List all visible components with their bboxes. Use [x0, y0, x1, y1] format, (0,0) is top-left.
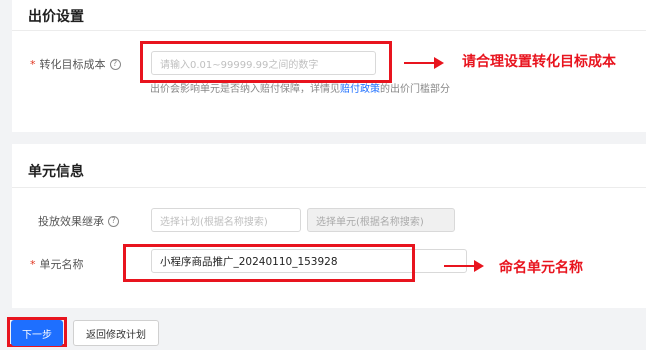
target-cost-label: * 转化目标成本 ?: [30, 56, 121, 72]
unit-name-label: * 单元名称: [30, 257, 84, 272]
unit-select[interactable]: 选择单元(根据名称搜索): [307, 208, 455, 232]
next-step-button[interactable]: 下一步: [11, 320, 63, 346]
name-annotation: 命名单元名称: [499, 260, 583, 276]
back-to-plan-button[interactable]: 返回修改计划: [73, 320, 159, 346]
unit-info-card: 单元信息 投放效果继承 ? 选择计划(根据名称搜索) 选择单元(根据名称搜索) …: [12, 144, 646, 308]
section-divider: [12, 187, 646, 188]
plan-select[interactable]: 选择计划(根据名称搜索): [151, 208, 301, 232]
cost-arrow-icon: [404, 57, 444, 69]
inherit-label: 投放效果继承 ?: [38, 213, 119, 229]
help-icon[interactable]: ?: [108, 215, 119, 227]
section-divider: [12, 30, 646, 31]
required-asterisk: *: [30, 257, 36, 271]
unit-info-title: 单元信息: [28, 164, 84, 180]
compensation-policy-link[interactable]: 赔付政策: [340, 84, 380, 95]
name-arrow-icon: [444, 260, 484, 272]
name-highlight-box: [123, 244, 415, 282]
cost-highlight-box: [140, 41, 392, 83]
required-asterisk: *: [30, 57, 36, 71]
help-icon[interactable]: ?: [109, 58, 121, 70]
bid-settings-title: 出价设置: [28, 9, 84, 25]
cost-annotation: 请合理设置转化目标成本: [462, 54, 616, 70]
